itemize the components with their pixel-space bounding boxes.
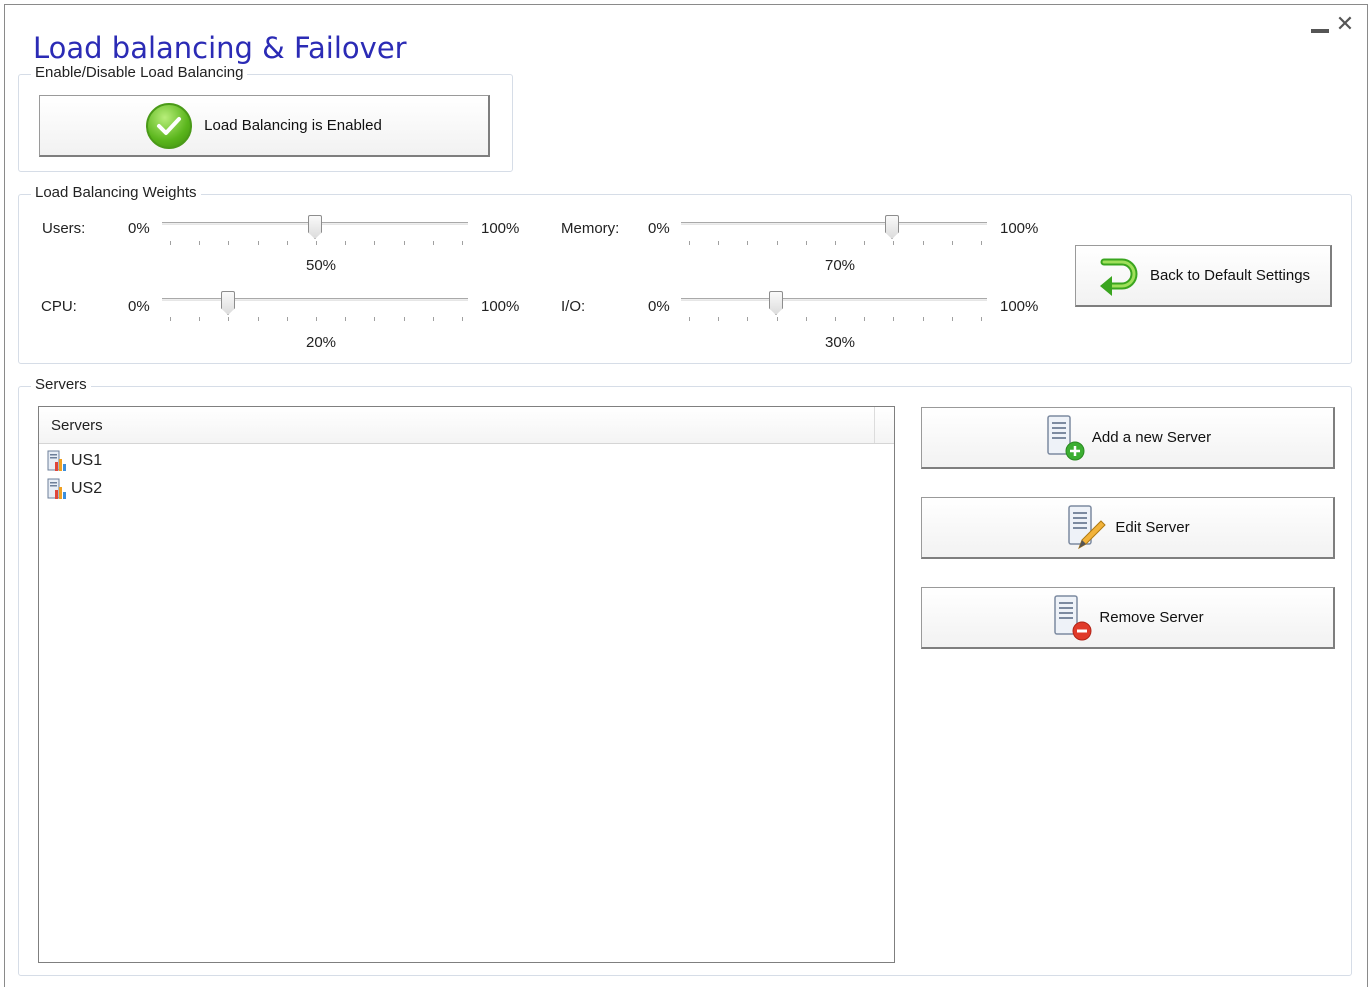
- servers-group-legend: Servers: [31, 376, 91, 393]
- add-server-icon: [1047, 414, 1085, 460]
- add-server-button[interactable]: Add a new Server: [921, 407, 1335, 469]
- memory-slider-thumb[interactable]: [885, 215, 899, 239]
- back-to-default-button[interactable]: Back to Default Settings: [1075, 245, 1332, 307]
- close-icon[interactable]: ✕: [1335, 13, 1355, 35]
- users-max-label: 100%: [481, 220, 520, 237]
- cpu-max-label: 100%: [481, 298, 520, 315]
- remove-server-label: Remove Server: [1099, 609, 1204, 626]
- cpu-slider[interactable]: [162, 291, 468, 331]
- users-value: 50%: [305, 257, 337, 274]
- server-name: US1: [71, 452, 103, 469]
- cpu-value: 20%: [305, 334, 337, 351]
- server-list-item[interactable]: US1: [39, 447, 894, 475]
- servers-column-header[interactable]: Servers: [39, 407, 875, 443]
- weights-group-legend: Load Balancing Weights: [31, 184, 201, 201]
- toggle-label: Load Balancing is Enabled: [204, 117, 382, 134]
- server-list-item[interactable]: US2: [39, 475, 894, 503]
- dialog-title: Load balancing & Failover: [33, 31, 407, 65]
- weights-group: Load Balancing Weights Users: 0% 100% 50…: [18, 184, 1352, 364]
- minimize-button[interactable]: [1309, 13, 1329, 35]
- memory-value: 70%: [824, 257, 856, 274]
- server-chart-icon: [47, 450, 66, 471]
- undo-arrow-icon: [1099, 258, 1138, 296]
- enable-group-legend: Enable/Disable Load Balancing: [31, 64, 248, 81]
- add-server-label: Add a new Server: [1091, 429, 1212, 446]
- edit-server-label: Edit Server: [1115, 519, 1190, 536]
- remove-server-button[interactable]: Remove Server: [921, 587, 1335, 649]
- server-name: US2: [71, 480, 103, 497]
- users-min-label: 0%: [128, 220, 150, 237]
- back-to-default-label: Back to Default Settings: [1149, 267, 1311, 284]
- edit-server-icon: [1068, 504, 1107, 549]
- io-max-label: 100%: [1000, 298, 1039, 315]
- memory-min-label: 0%: [648, 220, 670, 237]
- users-slider-thumb[interactable]: [308, 215, 322, 239]
- users-label: Users:: [42, 220, 86, 237]
- memory-max-label: 100%: [1000, 220, 1039, 237]
- io-label: I/O:: [561, 298, 586, 315]
- check-icon: [146, 102, 193, 149]
- cpu-slider-thumb[interactable]: [221, 291, 235, 315]
- servers-list[interactable]: Servers US1 US2: [38, 406, 895, 963]
- io-slider[interactable]: [681, 291, 987, 331]
- io-min-label: 0%: [648, 298, 670, 315]
- server-chart-icon: [47, 478, 66, 499]
- memory-label: Memory:: [561, 220, 620, 237]
- load-balancing-toggle-button[interactable]: Load Balancing is Enabled: [39, 95, 490, 157]
- io-value: 30%: [824, 334, 856, 351]
- memory-slider[interactable]: [681, 215, 987, 255]
- enable-group: Enable/Disable Load Balancing Load Balan…: [18, 64, 513, 172]
- io-slider-thumb[interactable]: [769, 291, 783, 315]
- remove-server-icon: [1054, 594, 1092, 640]
- cpu-label: CPU:: [41, 298, 77, 315]
- users-slider[interactable]: [162, 215, 468, 255]
- servers-list-header: Servers: [39, 407, 894, 444]
- edit-server-button[interactable]: Edit Server: [921, 497, 1335, 559]
- cpu-min-label: 0%: [128, 298, 150, 315]
